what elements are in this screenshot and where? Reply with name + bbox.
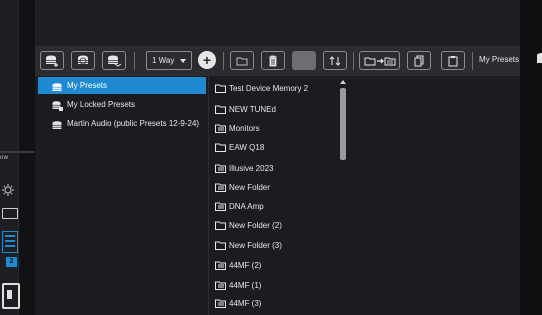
sidebar-divider xyxy=(0,151,34,153)
sort-button[interactable] xyxy=(323,51,347,70)
gear-icon[interactable] xyxy=(2,183,14,196)
copy-button[interactable] xyxy=(407,51,431,70)
folder-filled-icon xyxy=(215,164,226,178)
preset-tree: My Presets My Locked Presets Martin Audi… xyxy=(35,76,209,315)
folder-filled-icon xyxy=(215,183,226,197)
list-item-label: Test Device Memory 2 xyxy=(229,84,309,93)
tree-item-label: Martin Audio (public Presets 12-9-24) xyxy=(67,119,200,128)
chevron-down-icon xyxy=(180,59,186,63)
list-item-label: NEW TUNEd xyxy=(229,105,276,114)
mode-select[interactable]: 1 Way xyxy=(146,51,192,70)
folder-icon xyxy=(215,143,226,157)
scroll-up-arrow-icon[interactable] xyxy=(340,80,346,84)
folder-filled-icon xyxy=(215,281,226,295)
tree-item-label: My Presets xyxy=(67,81,108,90)
list-item-label: New Folder (3) xyxy=(229,241,282,250)
list-icon[interactable] xyxy=(2,231,18,253)
list-item-label: 44MF (1) xyxy=(229,281,262,290)
folder-filled-icon xyxy=(215,202,226,216)
database-export-button[interactable] xyxy=(102,51,126,70)
database-add-icon xyxy=(46,55,58,67)
open-folder-button[interactable] xyxy=(230,51,254,70)
list-item-label: DNA Amp xyxy=(229,202,264,211)
database-icon xyxy=(52,119,62,136)
scrollbar-thumb[interactable] xyxy=(340,88,346,160)
trash-icon xyxy=(269,55,277,66)
keyboard-icon[interactable] xyxy=(2,208,18,219)
toolbar-separator xyxy=(134,52,135,70)
panel-header xyxy=(35,0,520,46)
tree-item-my-locked-presets[interactable]: My Locked Presets xyxy=(38,96,206,113)
add-button[interactable]: + xyxy=(198,51,216,69)
folder-icon xyxy=(215,84,226,98)
sidebar-label: ow xyxy=(0,155,9,161)
mode-select-value: 1 Way xyxy=(152,56,175,65)
sort-icon xyxy=(329,55,341,66)
tree-item-martin-audio[interactable]: Martin Audio (public Presets 12-9-24) xyxy=(38,115,206,132)
list-item-label: 44MF (3) xyxy=(229,299,262,308)
database-sync-icon xyxy=(78,55,88,64)
folder-filled-icon xyxy=(215,124,226,138)
channel-badge: 2 xyxy=(6,257,17,267)
list-item-label: 44MF (2) xyxy=(229,261,262,270)
folder-icon xyxy=(215,105,226,119)
preset-file-list: Test Device Memory 2 NEW TUNEd Monitors … xyxy=(209,76,520,315)
folder-icon xyxy=(215,221,226,235)
folder-outline-icon xyxy=(236,57,248,65)
new-database-button[interactable] xyxy=(40,51,64,70)
folder-icon xyxy=(215,241,226,255)
toolbar: 1 Way + My Presets xyxy=(35,46,520,76)
tree-item-my-presets[interactable]: My Presets xyxy=(38,77,206,94)
right-edge xyxy=(520,0,542,315)
database-export-icon xyxy=(108,55,121,67)
list-item-label: New Folder xyxy=(229,183,270,192)
toolbar-separator xyxy=(223,52,224,70)
list-item-label: EAW Q18 xyxy=(229,143,265,152)
folder-filled-icon xyxy=(215,299,226,313)
toolbar-separator xyxy=(353,52,354,70)
clipboard-icon xyxy=(448,55,458,66)
move-to-folder-button[interactable] xyxy=(359,51,400,70)
toolbar-separator xyxy=(472,52,473,70)
list-item-label: Monitors xyxy=(229,124,260,133)
device-icon[interactable] xyxy=(2,283,20,309)
paste-button[interactable] xyxy=(441,51,465,70)
copy-icon xyxy=(414,55,424,66)
toolbar-title: My Presets xyxy=(479,55,520,64)
delete-button[interactable] xyxy=(261,51,285,70)
database-icon xyxy=(537,53,542,63)
tree-item-label: My Locked Presets xyxy=(67,100,136,109)
list-item-label: New Folder (2) xyxy=(229,221,282,230)
disabled-action-button[interactable] xyxy=(292,51,316,70)
list-item-label: Illusive 2023 xyxy=(229,164,274,173)
move-to-folder-icon xyxy=(364,57,395,65)
folder-filled-icon xyxy=(215,261,226,275)
database-sync-button[interactable] xyxy=(71,51,95,70)
